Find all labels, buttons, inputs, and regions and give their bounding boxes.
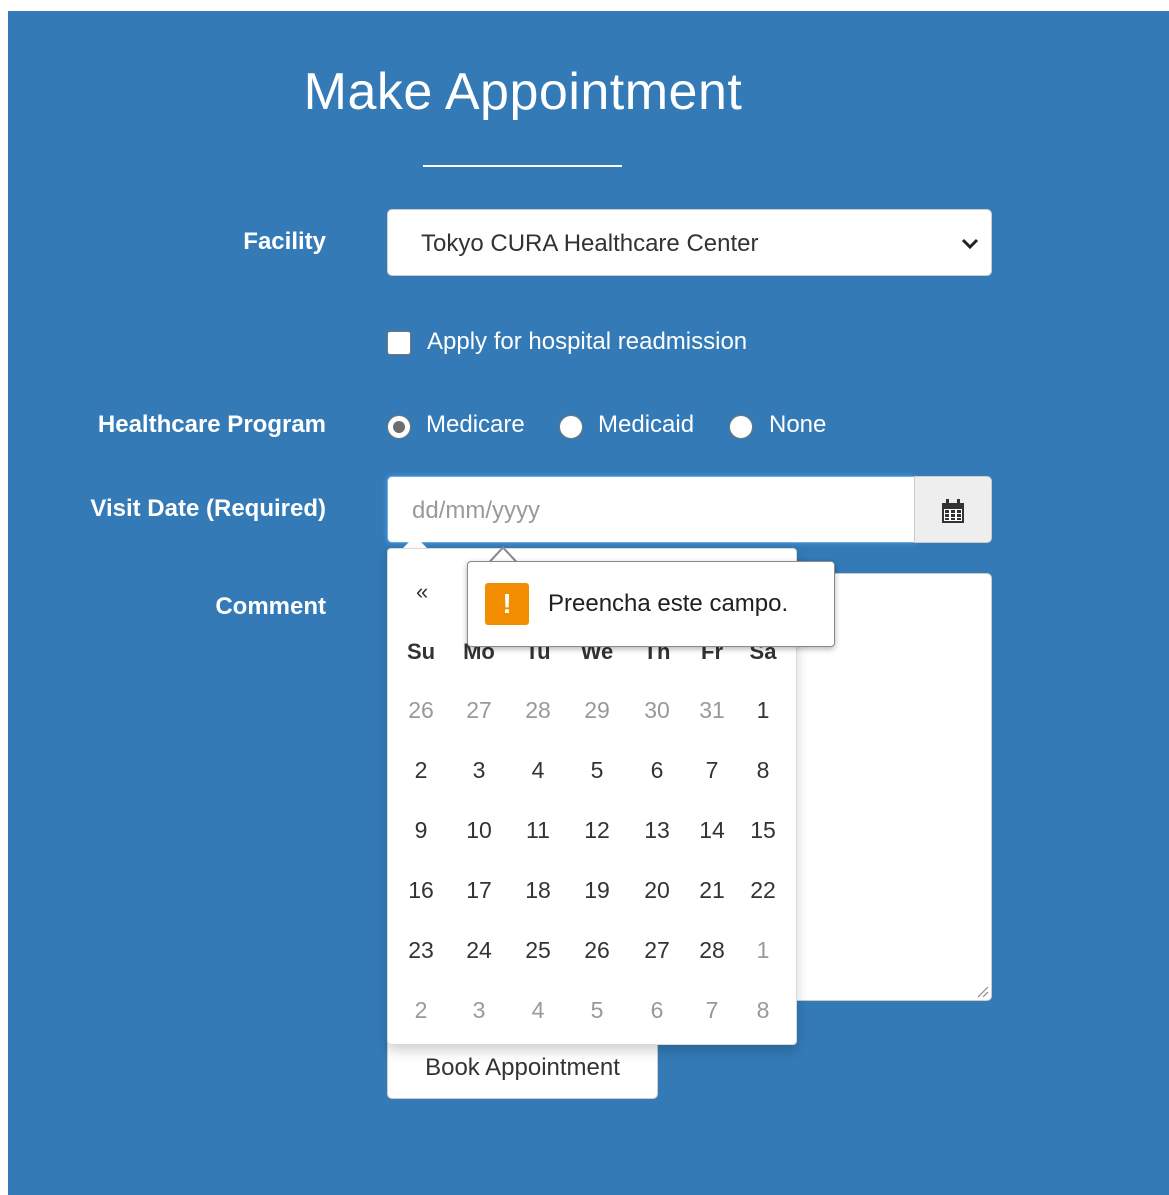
- calendar-day[interactable]: 27: [454, 697, 504, 724]
- calendar-day[interactable]: 7: [687, 997, 737, 1024]
- calendar-day[interactable]: 30: [632, 697, 682, 724]
- calendar-day[interactable]: 26: [572, 937, 622, 964]
- warning-icon: !: [485, 583, 529, 625]
- calendar-day[interactable]: 20: [632, 877, 682, 904]
- datepicker-prev-button[interactable]: «: [416, 579, 428, 605]
- calendar-day[interactable]: 25: [513, 937, 563, 964]
- calendar-day[interactable]: 10: [454, 817, 504, 844]
- visit-date-placeholder: dd/mm/yyyy: [412, 497, 541, 524]
- calendar-day[interactable]: 4: [513, 997, 563, 1024]
- validation-message: Preencha este campo.: [548, 590, 789, 617]
- calendar-day[interactable]: 22: [738, 877, 788, 904]
- calendar-day[interactable]: 21: [687, 877, 737, 904]
- calendar-day[interactable]: 27: [632, 937, 682, 964]
- calendar-day[interactable]: 5: [572, 997, 622, 1024]
- radio-none-label[interactable]: None: [769, 411, 826, 439]
- calendar-day[interactable]: 16: [396, 877, 446, 904]
- readmission-checkbox[interactable]: [387, 331, 411, 355]
- calendar-day[interactable]: 3: [454, 997, 504, 1024]
- calendar-day[interactable]: 28: [687, 937, 737, 964]
- facility-select-value: Tokyo CURA Healthcare Center: [421, 230, 759, 257]
- radio-none[interactable]: [729, 415, 753, 439]
- validation-tooltip: ! Preencha este campo.: [467, 561, 835, 647]
- calendar-day[interactable]: 5: [572, 757, 622, 784]
- calendar-day[interactable]: 14: [687, 817, 737, 844]
- radio-medicaid-label[interactable]: Medicaid: [598, 411, 694, 439]
- calendar-day[interactable]: 6: [632, 757, 682, 784]
- book-appointment-button[interactable]: Book Appointment: [387, 1038, 658, 1099]
- visit-date-label: Visit Date (Required): [90, 495, 326, 522]
- calendar-day[interactable]: 12: [572, 817, 622, 844]
- page-title: Make Appointment: [303, 63, 743, 121]
- radio-medicare-label[interactable]: Medicare: [426, 411, 525, 439]
- calendar-day[interactable]: 11: [513, 817, 563, 844]
- radio-medicaid[interactable]: [559, 415, 583, 439]
- calendar-day[interactable]: 6: [632, 997, 682, 1024]
- calendar-day[interactable]: 19: [572, 877, 622, 904]
- comment-label: Comment: [215, 593, 326, 620]
- visit-date-input[interactable]: dd/mm/yyyy: [387, 476, 915, 543]
- weekday-header: Su: [406, 639, 436, 664]
- calendar-day[interactable]: 4: [513, 757, 563, 784]
- calendar-day[interactable]: 17: [454, 877, 504, 904]
- calendar-day[interactable]: 26: [396, 697, 446, 724]
- program-label: Healthcare Program: [97, 411, 326, 438]
- calendar-day[interactable]: 1: [738, 697, 788, 724]
- facility-label: Facility: [243, 228, 326, 255]
- calendar-day[interactable]: 29: [572, 697, 622, 724]
- calendar-day[interactable]: 8: [738, 997, 788, 1024]
- title-divider: [423, 165, 622, 167]
- calendar-icon: [942, 499, 964, 523]
- calendar-day[interactable]: 13: [632, 817, 682, 844]
- calendar-day[interactable]: 3: [454, 757, 504, 784]
- radio-medicare[interactable]: [387, 415, 411, 439]
- chevron-down-icon: [961, 238, 979, 250]
- calendar-day[interactable]: 2: [396, 997, 446, 1024]
- calendar-day[interactable]: 9: [396, 817, 446, 844]
- calendar-day[interactable]: 28: [513, 697, 563, 724]
- facility-select[interactable]: Tokyo CURA Healthcare Center: [387, 209, 992, 276]
- readmission-label[interactable]: Apply for hospital readmission: [427, 328, 747, 356]
- calendar-day[interactable]: 7: [687, 757, 737, 784]
- calendar-day[interactable]: 1: [738, 937, 788, 964]
- calendar-day[interactable]: 31: [687, 697, 737, 724]
- calendar-day[interactable]: 2: [396, 757, 446, 784]
- resize-grip-icon[interactable]: [975, 984, 989, 998]
- calendar-day[interactable]: 8: [738, 757, 788, 784]
- calendar-day[interactable]: 15: [738, 817, 788, 844]
- calendar-day[interactable]: 18: [513, 877, 563, 904]
- calendar-day[interactable]: 24: [454, 937, 504, 964]
- calendar-button[interactable]: [914, 476, 992, 543]
- calendar-day[interactable]: 23: [396, 937, 446, 964]
